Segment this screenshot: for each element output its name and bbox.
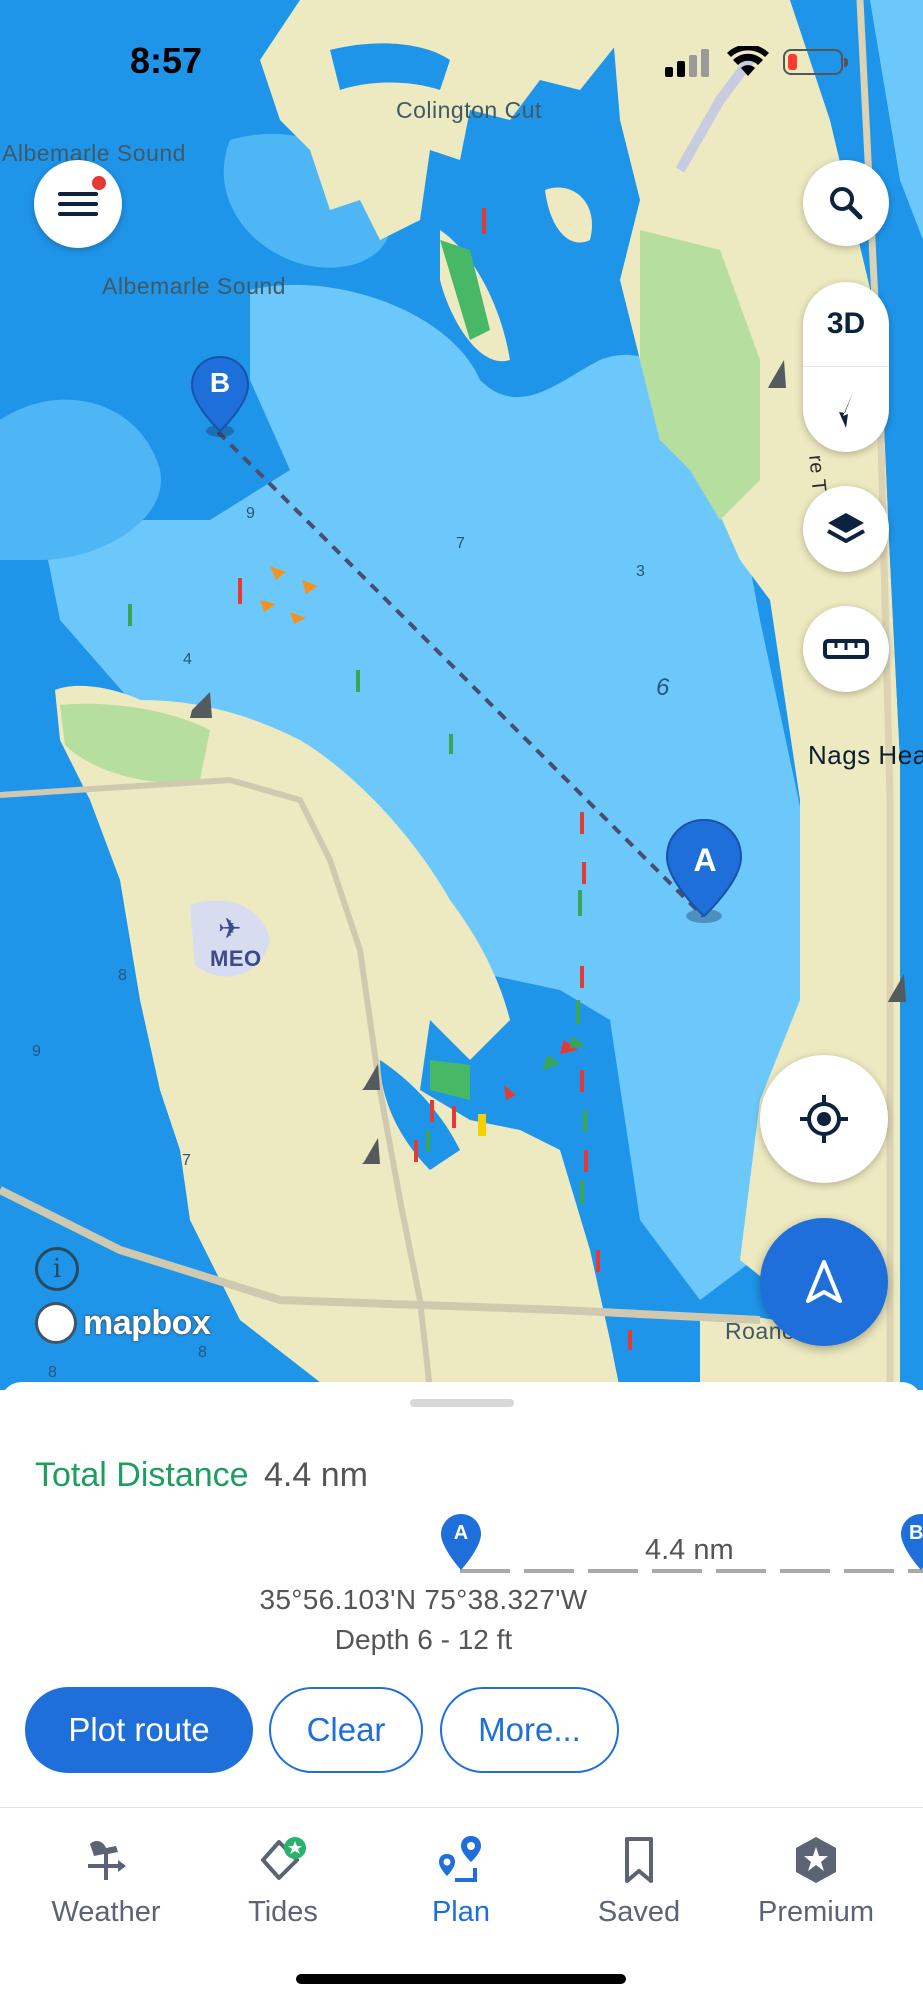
label-albemarle-sound: Albemarle Sound — [102, 273, 286, 299]
waypoint-coordinates: 35°56.103'N 75°38.327'W — [259, 1584, 588, 1615]
hamburger-menu-icon — [58, 192, 98, 216]
tab-plan-label: Plan — [431, 1896, 491, 1928]
mapbox-logo[interactable]: mapbox — [35, 1302, 211, 1344]
notification-dot — [90, 174, 108, 192]
3d-toggle-button[interactable]: 3D — [803, 282, 889, 367]
route-plan-sheet: Total Distance 4.4 nm A B 4.4 nm 35°56.1… — [0, 1382, 923, 1807]
plan-route-icon — [439, 1836, 481, 1882]
depth-sounding: 7 — [182, 1152, 191, 1169]
depth-sounding: 9 — [32, 1043, 41, 1060]
segment-start-label: A — [453, 1522, 469, 1544]
mapbox-logo-text: mapbox — [83, 1303, 211, 1342]
wifi-icon — [727, 46, 769, 76]
depth-sounding: 8 — [198, 1344, 207, 1361]
waypoint-depth: Depth 6 - 12 ft — [334, 1624, 513, 1655]
total-distance-value: 4.4 nm — [264, 1456, 368, 1494]
label-shore-fragment: re T — [804, 454, 830, 494]
ruler-icon — [823, 639, 869, 659]
mapbox-logo-icon — [35, 1302, 77, 1344]
marsh-harbor — [430, 1060, 470, 1100]
premium-star-icon — [796, 1837, 836, 1883]
segment-distance: 4.4 nm — [645, 1534, 734, 1566]
label-colington-cut: Colington Cut — [396, 97, 542, 123]
tab-saved[interactable]: Saved — [554, 1832, 724, 1929]
more-button[interactable]: More... — [440, 1687, 619, 1773]
depth-sounding: 6 — [656, 674, 670, 701]
depth-sounding: 8 — [118, 967, 127, 984]
route-pin-b-label: B — [209, 367, 231, 398]
tides-badge-icon — [261, 1837, 306, 1880]
map-canvas — [0, 0, 923, 1390]
tab-weather[interactable]: Weather — [21, 1832, 191, 1929]
nautical-map[interactable]: Albemarle Sound Albemarle Sound Colingto… — [0, 0, 923, 1390]
tab-tides[interactable]: Tides — [198, 1832, 368, 1929]
depth-sounding: 4 — [183, 651, 192, 668]
weather-vane-icon — [88, 1841, 126, 1880]
total-distance-label: Total Distance — [35, 1456, 249, 1494]
segment-end-label: B — [909, 1522, 923, 1544]
search-icon — [830, 187, 863, 220]
depth-sounding: 9 — [246, 505, 255, 522]
total-distance: Total Distance 4.4 nm — [35, 1456, 368, 1495]
status-icons — [665, 46, 848, 78]
cellular-signal-icon — [665, 49, 709, 77]
tab-plan[interactable]: Plan — [376, 1832, 546, 1929]
tab-premium[interactable]: Premium — [731, 1832, 901, 1929]
map-info-button[interactable]: i — [35, 1247, 79, 1291]
tab-saved-label: Saved — [597, 1896, 681, 1928]
menu-button[interactable] — [34, 160, 122, 248]
battery-icon — [783, 49, 848, 75]
clear-button[interactable]: Clear — [269, 1687, 423, 1773]
north-compass-icon — [839, 391, 853, 428]
compass-button[interactable] — [803, 367, 889, 452]
layers-button[interactable] — [803, 486, 889, 572]
airport-icon: ✈ — [218, 913, 242, 944]
tab-premium-label: Premium — [757, 1896, 874, 1928]
locate-me-button[interactable] — [760, 1055, 888, 1183]
plot-route-button[interactable]: Plot route — [25, 1687, 253, 1773]
status-time: 8:57 — [130, 40, 203, 81]
search-button[interactable] — [803, 160, 889, 246]
sheet-drag-handle[interactable] — [410, 1399, 514, 1407]
route-pin-a-label: A — [693, 842, 717, 878]
tab-weather-label: Weather — [51, 1896, 161, 1928]
layers-icon — [827, 513, 865, 543]
label-nags-head: Nags Hea — [808, 740, 923, 770]
bottom-tab-bar: Weather Tides Plan Saved Premium — [0, 1807, 923, 2000]
view-controls: 3D — [803, 282, 889, 452]
depth-sounding: 8 — [48, 1364, 57, 1381]
tab-tides-label: Tides — [248, 1896, 318, 1928]
label-airport-code: MEO — [210, 946, 262, 971]
navigation-arrow-icon — [806, 1260, 842, 1303]
depth-sounding: 7 — [456, 535, 465, 552]
crosshair-icon — [800, 1095, 848, 1143]
bookmark-icon — [625, 1837, 653, 1883]
measure-button[interactable] — [803, 606, 889, 692]
home-indicator — [296, 1974, 626, 1984]
start-navigation-button[interactable] — [760, 1218, 888, 1346]
islet-north — [545, 187, 592, 243]
depth-sounding: 3 — [636, 563, 645, 580]
